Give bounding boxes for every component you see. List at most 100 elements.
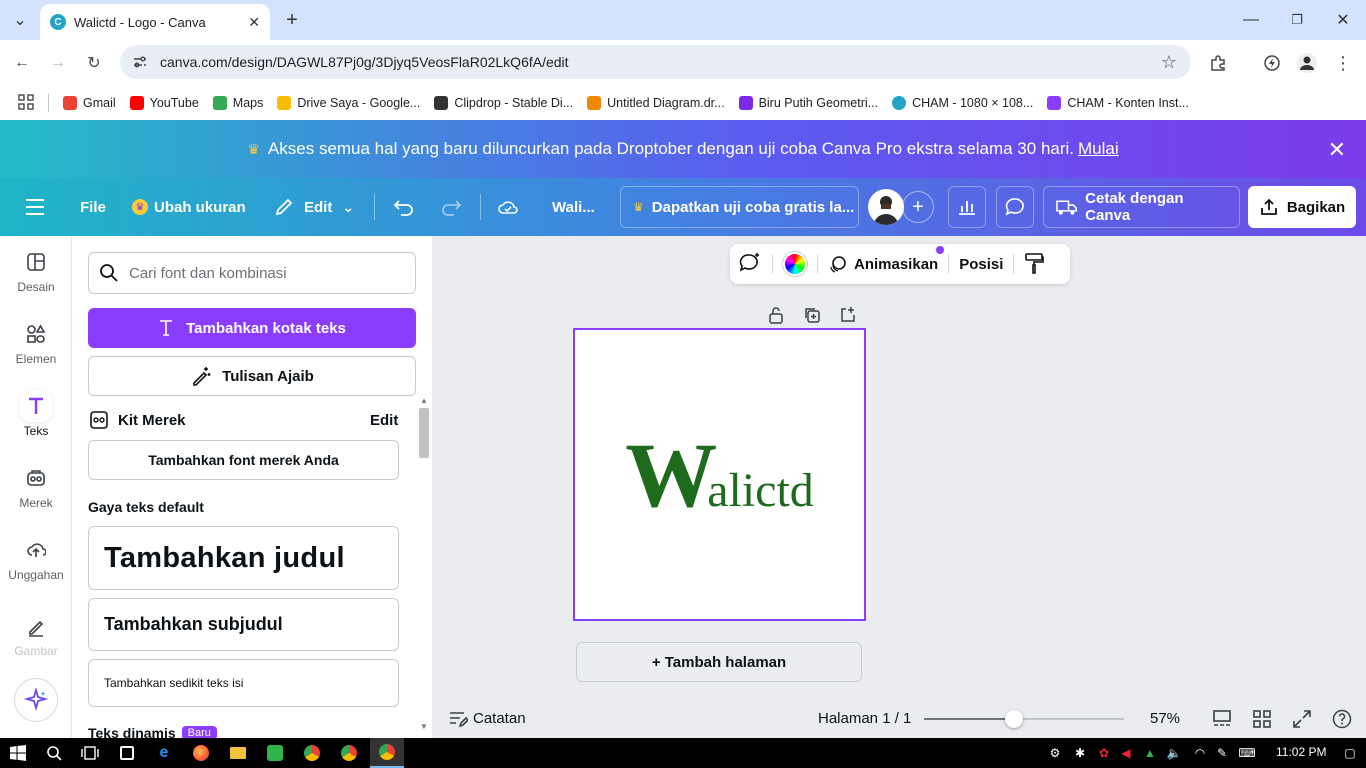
bookmark-drive[interactable]: Drive Saya - Google... <box>277 96 420 110</box>
tab-close-icon[interactable]: ✕ <box>248 14 260 31</box>
notification-icon[interactable]: ▢ <box>1340 743 1360 763</box>
chrome-active-icon[interactable] <box>370 738 404 768</box>
brand-kit-edit-link[interactable]: Edit <box>370 412 398 429</box>
rail-item-design[interactable]: Desain <box>0 236 72 308</box>
logo-text[interactable]: W alictd <box>625 429 814 521</box>
add-page-button[interactable]: + Tambah halaman <box>576 642 862 682</box>
file-explorer-icon[interactable] <box>228 743 248 763</box>
bookmark-youtube[interactable]: YouTube <box>129 96 199 110</box>
profile-avatar[interactable] <box>1297 53 1317 73</box>
zoom-slider-thumb[interactable] <box>1005 710 1023 728</box>
bookmark-cham-1080[interactable]: CHAM - 1080 × 108... <box>892 96 1033 110</box>
bookmark-maps[interactable]: Maps <box>212 96 263 110</box>
color-picker-icon[interactable] <box>783 252 807 276</box>
banner-start-link[interactable]: Mulai <box>1078 139 1119 159</box>
bookmark-drawio[interactable]: Untitled Diagram.dr... <box>587 96 725 110</box>
firefox-icon[interactable] <box>191 743 211 763</box>
add-collaborator-icon[interactable]: + <box>902 191 934 223</box>
edit-menu[interactable]: Edit ⌄ <box>274 178 354 236</box>
browser-tab[interactable]: C Walictd - Logo - Canva ✕ <box>40 4 270 40</box>
bookmark-gmail[interactable]: Gmail <box>63 96 116 110</box>
window-close-icon[interactable]: ✕ <box>1333 10 1353 30</box>
clock-time[interactable]: 11:02 PM <box>1276 745 1326 759</box>
taskbar-search-icon[interactable] <box>44 743 64 763</box>
chrome-profile-icon[interactable] <box>339 743 359 763</box>
tray-icon-1[interactable]: ⚙ <box>1045 743 1065 763</box>
notes-icon[interactable] <box>448 710 470 731</box>
print-with-canva-button[interactable]: Cetak dengan Canva <box>1043 186 1240 228</box>
comment-icon[interactable] <box>996 186 1034 228</box>
font-search-input[interactable]: Cari font dan kombinasi <box>88 252 416 294</box>
panel-scrollbar[interactable]: ▲ ▼ <box>418 396 430 734</box>
extensions-icon[interactable] <box>1208 53 1228 73</box>
help-icon[interactable] <box>1332 709 1352 732</box>
bookmark-star-icon[interactable]: ☆ <box>1161 52 1177 73</box>
undo-icon[interactable] <box>393 178 415 236</box>
notes-button[interactable]: Catatan <box>473 710 526 727</box>
zoom-level[interactable]: 57% <box>1150 710 1180 727</box>
redo-icon[interactable] <box>440 178 462 236</box>
resize-button[interactable]: ♛ Ubah ukuran <box>132 178 246 236</box>
file-menu[interactable]: File <box>80 178 106 236</box>
scrollbar-thumb[interactable] <box>419 408 429 458</box>
tray-icon-4[interactable]: ◀ <box>1116 743 1136 763</box>
cloud-saved-icon[interactable] <box>497 178 519 236</box>
rail-item-brand[interactable]: Merek <box>0 452 72 524</box>
tray-icon-5[interactable]: ▲ <box>1140 743 1160 763</box>
rail-item-uploads[interactable]: Unggahan <box>0 524 72 596</box>
store-icon[interactable] <box>117 743 137 763</box>
wifi-icon[interactable]: ◠ <box>1190 743 1210 763</box>
duplicate-icon[interactable] <box>803 306 821 327</box>
paint-roller-icon[interactable] <box>1024 252 1045 277</box>
minimize-icon[interactable]: — <box>1241 10 1261 30</box>
animate-button[interactable]: Animasikan <box>828 246 945 274</box>
lock-icon[interactable] <box>767 306 785 327</box>
performance-icon[interactable] <box>1262 53 1282 73</box>
new-tab-icon[interactable]: + <box>282 9 302 31</box>
address-bar[interactable]: canva.com/design/DAGWL87Pj0g/3Djyq5VeosF… <box>120 45 1191 79</box>
bookmark-biru-putih[interactable]: Biru Putih Geometri... <box>738 96 878 110</box>
add-heading-button[interactable]: Tambahkan judul <box>88 526 399 590</box>
scroll-up-icon[interactable]: ▲ <box>420 396 428 405</box>
main-menu-icon[interactable] <box>24 178 46 236</box>
grid-view-icon[interactable] <box>1252 709 1272 732</box>
position-button[interactable]: Posisi <box>959 256 1003 273</box>
reload-icon[interactable]: ↻ <box>84 53 104 73</box>
tray-icon-2[interactable]: ✱ <box>1070 743 1090 763</box>
rail-item-text[interactable]: Teks <box>0 380 72 452</box>
forward-icon[interactable]: → <box>48 53 68 73</box>
fullscreen-icon[interactable] <box>1292 709 1312 732</box>
pen-icon[interactable]: ✎ <box>1212 743 1232 763</box>
volume-icon[interactable]: 🔈 <box>1164 743 1184 763</box>
chrome-icon[interactable] <box>302 743 322 763</box>
keyboard-icon[interactable]: ⌨ <box>1237 743 1257 763</box>
back-icon[interactable]: ← <box>12 53 32 73</box>
zoom-slider[interactable] <box>924 710 1124 728</box>
bookmark-clipdrop[interactable]: Clipdrop - Stable Di... <box>434 96 573 110</box>
bookmark-cham-konten[interactable]: CHAM - Konten Inst... <box>1047 96 1189 110</box>
apps-grid-icon[interactable] <box>18 93 34 113</box>
design-page[interactable]: W alictd <box>573 328 866 621</box>
add-body-text-button[interactable]: Tambahkan sedikit teks isi <box>88 659 399 707</box>
add-page-icon[interactable] <box>839 305 857 326</box>
rail-item-elements[interactable]: Elemen <box>0 308 72 380</box>
rail-item-draw[interactable]: Gambar <box>0 596 72 656</box>
ai-comment-icon[interactable] <box>738 252 762 277</box>
add-brand-font-button[interactable]: Tambahkan font merek Anda <box>88 440 399 480</box>
site-info-icon[interactable] <box>132 54 148 70</box>
magic-assistant-button[interactable] <box>14 678 58 722</box>
document-title[interactable]: Wali... <box>552 178 595 236</box>
banner-close-icon[interactable]: ✕ <box>1328 137 1346 163</box>
page-indicator[interactable]: Halaman 1 / 1 <box>818 710 911 727</box>
tab-search-icon[interactable]: ⌄ <box>10 10 30 30</box>
magic-write-button[interactable]: Tulisan Ajaib <box>88 356 416 396</box>
tray-icon-3[interactable]: ✿ <box>1094 743 1114 763</box>
browser-menu-icon[interactable]: ⋮ <box>1333 53 1353 73</box>
share-button[interactable]: Bagikan <box>1248 186 1356 228</box>
add-textbox-button[interactable]: Tambahkan kotak teks <box>88 308 416 348</box>
task-view-icon[interactable] <box>80 743 100 763</box>
green-app-icon[interactable] <box>265 743 285 763</box>
scroll-down-icon[interactable]: ▼ <box>420 722 428 731</box>
add-subheading-button[interactable]: Tambahkan subjudul <box>88 598 399 651</box>
edge-icon[interactable]: e <box>154 743 174 763</box>
